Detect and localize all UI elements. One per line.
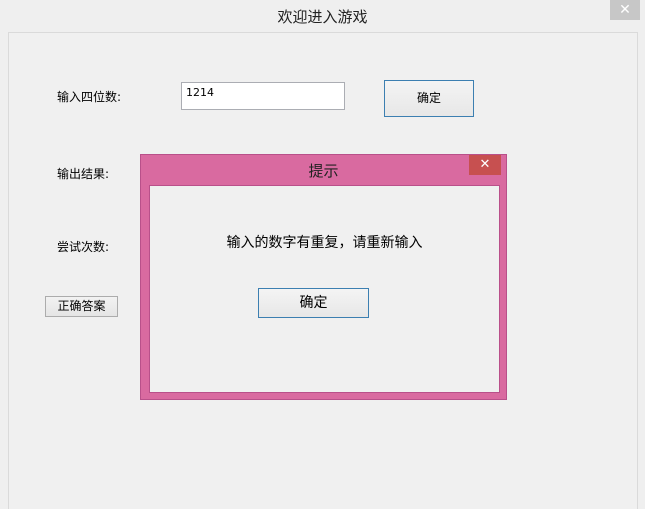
prompt-dialog: 提示 ✕ 输入的数字有重复，请重新输入 确定 [140, 154, 507, 400]
close-icon: ✕ [619, 2, 631, 18]
title-bar: 欢迎进入游戏 ✕ [0, 0, 645, 32]
output-label: 输出结果: [57, 167, 110, 181]
dialog-message: 输入的数字有重复，请重新输入 [226, 235, 423, 251]
confirm-button[interactable]: 确定 [384, 80, 474, 117]
number-input[interactable]: 1214 [181, 82, 345, 110]
input-label: 输入四位数: [57, 90, 122, 104]
dialog-title: 提示 [308, 162, 339, 180]
dialog-client-area: 输入的数字有重复，请重新输入 确定 [149, 185, 500, 393]
window-close-button[interactable]: ✕ [610, 0, 640, 20]
main-window: 欢迎进入游戏 ✕ 输入四位数: 1214 确定 输出结果: 尝试次数: 正确答案… [0, 0, 645, 509]
attempts-label: 尝试次数: [57, 240, 110, 254]
window-title: 欢迎进入游戏 [277, 8, 368, 26]
dialog-close-button[interactable]: ✕ [469, 155, 501, 175]
correct-answer-button[interactable]: 正确答案 [45, 296, 118, 317]
close-icon: ✕ [479, 157, 491, 172]
dialog-ok-button[interactable]: 确定 [258, 288, 369, 318]
